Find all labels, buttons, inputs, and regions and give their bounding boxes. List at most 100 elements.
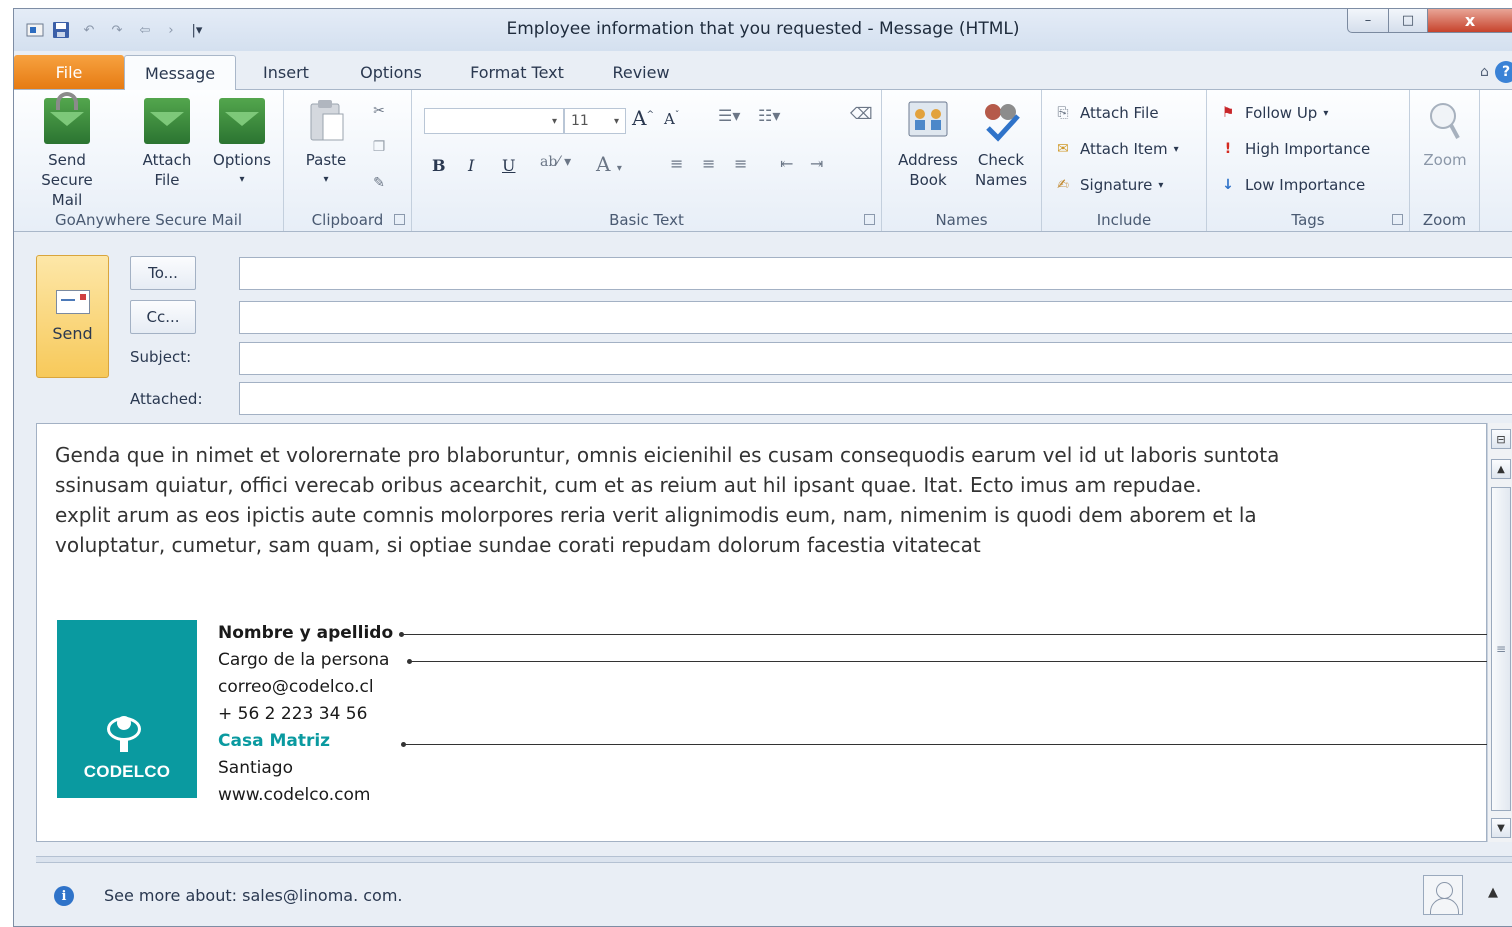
- group-zoom: Zoom Zoom: [1410, 90, 1480, 231]
- body-scrollbar[interactable]: ⊟ ▲ ≡ ▼: [1487, 423, 1512, 842]
- chevron-down-icon: ▾: [239, 174, 245, 185]
- paste-label: Paste: [305, 151, 347, 169]
- attach-label-2: File: [154, 171, 180, 189]
- signature-button[interactable]: ✍ Signature ▾: [1054, 176, 1163, 194]
- zoom-button[interactable]: Zoom: [1416, 98, 1474, 170]
- tab-insert[interactable]: Insert: [250, 55, 322, 89]
- expand-people-pane-icon[interactable]: ▲: [1488, 885, 1498, 900]
- help-icon[interactable]: ?: [1495, 61, 1512, 83]
- tags-dialog-launcher[interactable]: [1392, 214, 1403, 225]
- scroll-thumb[interactable]: ≡: [1491, 487, 1511, 811]
- check-names-label-1: Check: [977, 151, 1025, 169]
- format-painter-icon[interactable]: ✎: [370, 174, 396, 192]
- attached-field[interactable]: [239, 382, 1512, 415]
- body-line: Genda que in nimet et volorernate pro bl…: [55, 443, 1280, 467]
- info-icon: i: [54, 886, 74, 906]
- shrink-font-icon[interactable]: Aˇ: [664, 110, 679, 128]
- high-importance-button[interactable]: ! High Importance: [1219, 140, 1370, 158]
- underline-button[interactable]: U: [502, 156, 515, 175]
- send-label: Send: [52, 324, 93, 343]
- tab-message[interactable]: Message: [124, 55, 236, 90]
- check-names-button[interactable]: Check Names: [968, 98, 1034, 190]
- highlight-icon[interactable]: ab⁄ ▾: [540, 154, 571, 170]
- low-importance-button[interactable]: ↓ Low Importance: [1219, 176, 1365, 194]
- signature-email[interactable]: correo@codelco.cl: [218, 674, 393, 701]
- group-clipboard: Paste ▾ ✂ ❐ ✎ Clipboard: [284, 90, 412, 231]
- secure-options-button[interactable]: Options ▾: [206, 98, 278, 190]
- to-button[interactable]: To...: [130, 256, 196, 290]
- grow-font-icon[interactable]: A^: [632, 106, 654, 130]
- tab-options[interactable]: Options: [348, 55, 434, 89]
- clipboard-dialog-launcher[interactable]: [394, 214, 405, 225]
- tab-review[interactable]: Review: [600, 55, 682, 89]
- attach-file-label: Attach File: [1080, 104, 1159, 122]
- person-placeholder-icon[interactable]: [1423, 875, 1463, 915]
- send-secure-label-2: Secure Mail: [41, 171, 93, 209]
- align-left-icon[interactable]: ≡: [670, 154, 683, 173]
- people-pane-divider[interactable]: [36, 856, 1512, 863]
- signature-office: Casa Matriz: [218, 731, 331, 751]
- attach-file-button[interactable]: ⎘ Attach File: [1054, 104, 1159, 122]
- italic-button[interactable]: I: [468, 156, 474, 175]
- attach-item-icon: ✉: [1057, 141, 1069, 157]
- scroll-up-icon[interactable]: ▲: [1491, 459, 1511, 479]
- basic-text-dialog-launcher[interactable]: [864, 214, 875, 225]
- signature-role: Cargo de la persona: [218, 650, 390, 670]
- tab-file[interactable]: File: [14, 55, 124, 89]
- group-label-tags: Tags: [1291, 211, 1325, 229]
- zoom-label: Zoom: [1423, 151, 1467, 169]
- scroll-down-icon[interactable]: ▼: [1491, 818, 1511, 838]
- body-paragraph: Genda que in nimet et volorernate pro bl…: [55, 440, 1465, 560]
- message-body[interactable]: Genda que in nimet et volorernate pro bl…: [36, 423, 1488, 842]
- cut-icon[interactable]: ✂: [370, 102, 396, 120]
- subject-label: Subject:: [130, 348, 192, 366]
- clear-formatting-icon[interactable]: ⌫: [850, 104, 873, 123]
- close-button[interactable]: x: [1427, 9, 1512, 33]
- options-label: Options: [213, 151, 271, 169]
- attach-envelope-icon: [144, 98, 190, 144]
- send-secure-mail-button[interactable]: Send Secure Mail: [32, 92, 102, 210]
- bullets-icon[interactable]: ☰▾: [718, 106, 740, 125]
- address-book-button[interactable]: Address Book: [890, 98, 966, 190]
- signature-name: Nombre y apellido: [218, 623, 394, 643]
- subject-field[interactable]: [239, 342, 1512, 375]
- decrease-indent-icon[interactable]: ⇤: [780, 154, 793, 173]
- signature-website[interactable]: www.codelco.com: [218, 782, 393, 809]
- attach-file-secure-button[interactable]: Attach File: [132, 98, 202, 190]
- magnifier-icon: [1422, 98, 1468, 144]
- minimize-button[interactable]: –: [1347, 9, 1389, 33]
- cc-field[interactable]: [239, 301, 1512, 334]
- minimize-ribbon-icon[interactable]: ⌂: [1480, 64, 1489, 80]
- send-button[interactable]: Send: [36, 255, 109, 378]
- send-envelope-icon: [55, 290, 90, 314]
- numbering-icon[interactable]: ☷▾: [758, 106, 780, 125]
- to-field[interactable]: [239, 257, 1512, 290]
- increase-indent-icon[interactable]: ⇥: [810, 154, 823, 173]
- align-right-icon[interactable]: ≡: [734, 154, 747, 173]
- split-view-icon[interactable]: ⊟: [1491, 429, 1511, 449]
- follow-up-button[interactable]: ⚑ Follow Up ▾: [1219, 104, 1329, 122]
- attach-item-button[interactable]: ✉ Attach Item ▾: [1054, 140, 1179, 158]
- tab-format-text[interactable]: Format Text: [458, 55, 576, 89]
- message-window: ↶ ↷ ⇦ › |▾ Employee information that you…: [13, 8, 1512, 927]
- font-color-icon[interactable]: A ▾: [596, 152, 622, 176]
- group-label-include: Include: [1096, 211, 1152, 229]
- bold-button[interactable]: B: [432, 156, 446, 175]
- font-name-combo[interactable]: ▾: [424, 108, 564, 134]
- paste-button[interactable]: Paste ▾: [296, 98, 356, 190]
- cc-button[interactable]: Cc...: [130, 300, 196, 334]
- attached-label: Attached:: [130, 390, 203, 408]
- maximize-button[interactable]: □: [1388, 9, 1428, 33]
- signature-phone: + 56 2 223 34 56: [218, 704, 368, 724]
- signature-city: Santiago: [218, 758, 293, 778]
- align-center-icon[interactable]: ≡: [702, 154, 715, 173]
- group-label-secure-mail: GoAnywhere Secure Mail: [54, 211, 243, 229]
- chevron-down-icon: ▾: [613, 115, 619, 127]
- copy-icon[interactable]: ❐: [370, 138, 396, 156]
- chevron-down-icon: ▾: [551, 115, 557, 127]
- chevron-down-icon: ▾: [1173, 143, 1179, 155]
- group-tags: ⚑ Follow Up ▾ ! High Importance ↓ Low Im…: [1207, 90, 1410, 231]
- ribbon: Send Secure Mail Attach File Options ▾ G…: [14, 89, 1512, 232]
- font-size-combo[interactable]: 11 ▾: [564, 108, 626, 134]
- email-signature: Nombre y apellido Cargo de la persona co…: [218, 620, 393, 809]
